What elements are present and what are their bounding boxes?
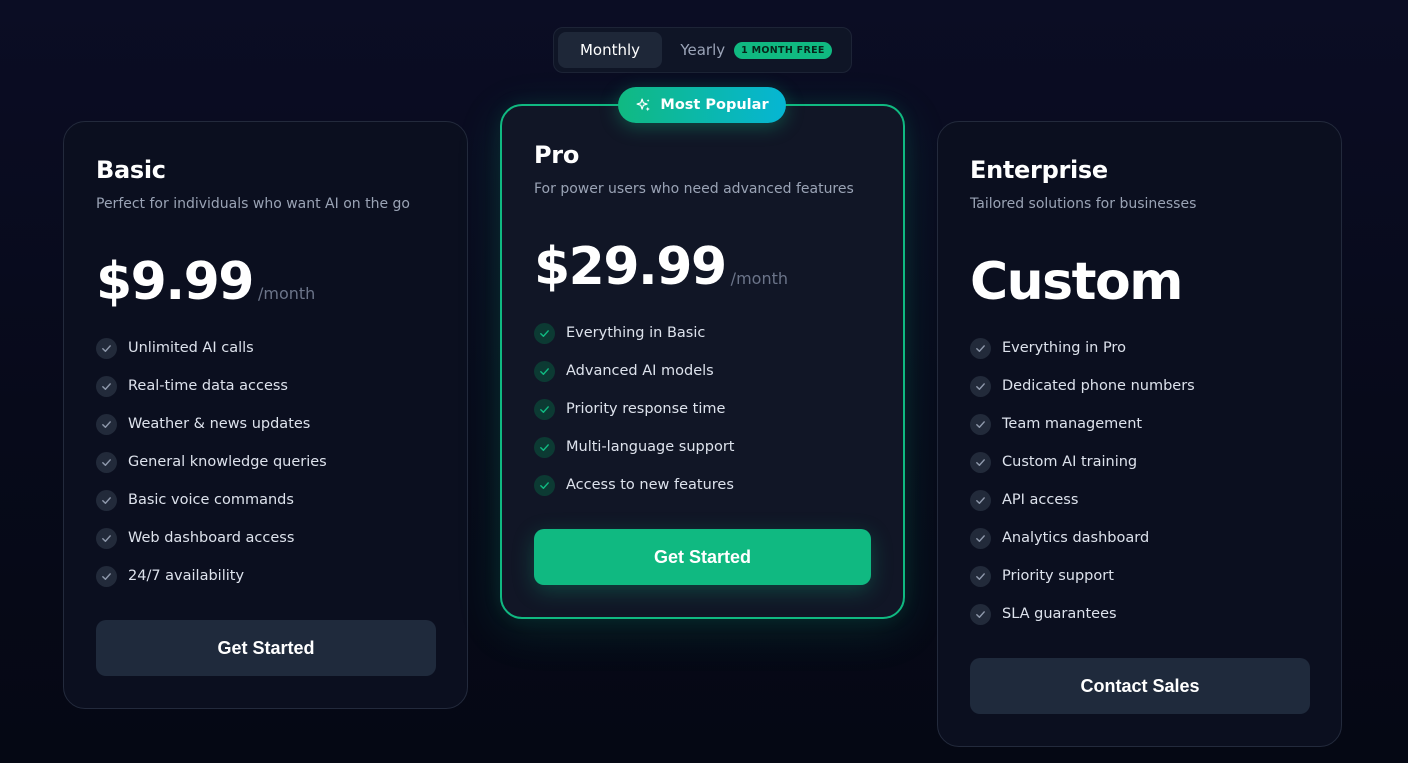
plan-price: $29.99 [534,237,727,297]
feature-text: Real-time data access [128,378,288,394]
plan-name: Pro [534,141,580,169]
feature-text: 24/7 availability [128,568,245,584]
feature-item: General knowledge queries [96,443,327,481]
plan-name: Enterprise [970,156,1108,184]
get-started-button[interactable]: Get Started [534,529,871,585]
check-icon [970,565,991,587]
check-icon [96,337,117,359]
feature-text: Dedicated phone numbers [1002,378,1195,394]
plan-card-enterprise: Enterprise Tailored solutions for busine… [937,121,1342,747]
feature-text: Team management [1002,416,1143,432]
feature-text: Priority support [1002,568,1114,584]
feature-item: SLA guarantees [970,595,1195,633]
feature-text: Web dashboard access [128,530,295,546]
feature-text: Basic voice commands [128,492,294,508]
plan-description: For power users who need advanced featur… [534,181,854,197]
plan-description: Perfect for individuals who want AI on t… [96,196,410,212]
check-icon [96,527,117,549]
feature-item: API access [970,481,1195,519]
check-icon [96,375,117,397]
feature-item: Unlimited AI calls [96,329,327,367]
feature-item: Real-time data access [96,367,327,405]
check-icon [96,413,117,435]
check-icon [534,398,555,420]
get-started-button[interactable]: Get Started [96,620,436,676]
most-popular-label: Most Popular [660,97,769,113]
billing-toggle: Monthly Yearly 1 MONTH FREE [553,27,852,73]
feature-text: General knowledge queries [128,454,327,470]
check-icon [534,360,555,382]
check-icon [96,565,117,587]
feature-item: Advanced AI models [534,352,734,390]
feature-text: Access to new features [566,477,734,493]
toggle-monthly-label: Monthly [579,41,641,59]
feature-text: Everything in Basic [566,325,706,341]
check-icon [970,527,991,549]
feature-item: Dedicated phone numbers [970,367,1195,405]
feature-item: Everything in Basic [534,314,734,352]
feature-text: Analytics dashboard [1002,530,1150,546]
toggle-yearly[interactable]: Yearly 1 MONTH FREE [668,32,844,68]
feature-text: API access [1002,492,1079,508]
feature-item: Custom AI training [970,443,1195,481]
feature-item: Multi-language support [534,428,734,466]
price-row: $29.99 /month [534,237,788,297]
check-icon [534,436,555,458]
check-icon [534,474,555,496]
contact-sales-button[interactable]: Contact Sales [970,658,1310,714]
feature-list: Everything in Basic Advanced AI models P… [534,314,734,504]
feature-item: Web dashboard access [96,519,327,557]
feature-text: Multi-language support [566,439,735,455]
yearly-free-badge: 1 MONTH FREE [734,41,832,59]
check-icon [534,322,555,344]
feature-item: Access to new features [534,466,734,504]
feature-item: 24/7 availability [96,557,327,595]
toggle-yearly-label: Yearly [680,41,726,59]
most-popular-badge: Most Popular [618,87,786,123]
check-icon [970,375,991,397]
feature-item: Team management [970,405,1195,443]
check-icon [96,489,117,511]
check-icon [970,413,991,435]
price-row: Custom [970,252,1183,312]
plan-card-basic: Basic Perfect for individuals who want A… [63,121,468,709]
feature-item: Everything in Pro [970,329,1195,367]
feature-text: Advanced AI models [566,363,714,379]
feature-text: Custom AI training [1002,454,1138,470]
pricing-page: Monthly Yearly 1 MONTH FREE Basic Perfec… [0,0,1408,763]
feature-text: Priority response time [566,401,726,417]
plan-price: $9.99 [96,252,254,312]
check-icon [970,451,991,473]
sparkle-icon [635,97,652,114]
feature-text: SLA guarantees [1002,606,1117,622]
feature-item: Priority response time [534,390,734,428]
feature-item: Priority support [970,557,1195,595]
plan-name: Basic [96,156,166,184]
feature-text: Everything in Pro [1002,340,1126,356]
feature-item: Analytics dashboard [970,519,1195,557]
feature-list: Everything in Pro Dedicated phone number… [970,329,1195,633]
feature-text: Weather & news updates [128,416,311,432]
plan-price: Custom [970,252,1183,312]
check-icon [970,603,991,625]
feature-list: Unlimited AI calls Real-time data access… [96,329,327,595]
feature-text: Unlimited AI calls [128,340,254,356]
check-icon [970,489,991,511]
plan-description: Tailored solutions for businesses [970,196,1197,212]
feature-item: Basic voice commands [96,481,327,519]
price-unit: /month [730,269,788,288]
price-unit: /month [257,284,316,303]
plan-card-pro: Pro For power users who need advanced fe… [500,104,905,619]
check-icon [96,451,117,473]
check-icon [970,337,991,359]
feature-item: Weather & news updates [96,405,327,443]
toggle-monthly[interactable]: Monthly [558,32,662,68]
price-row: $9.99 /month [96,252,315,312]
